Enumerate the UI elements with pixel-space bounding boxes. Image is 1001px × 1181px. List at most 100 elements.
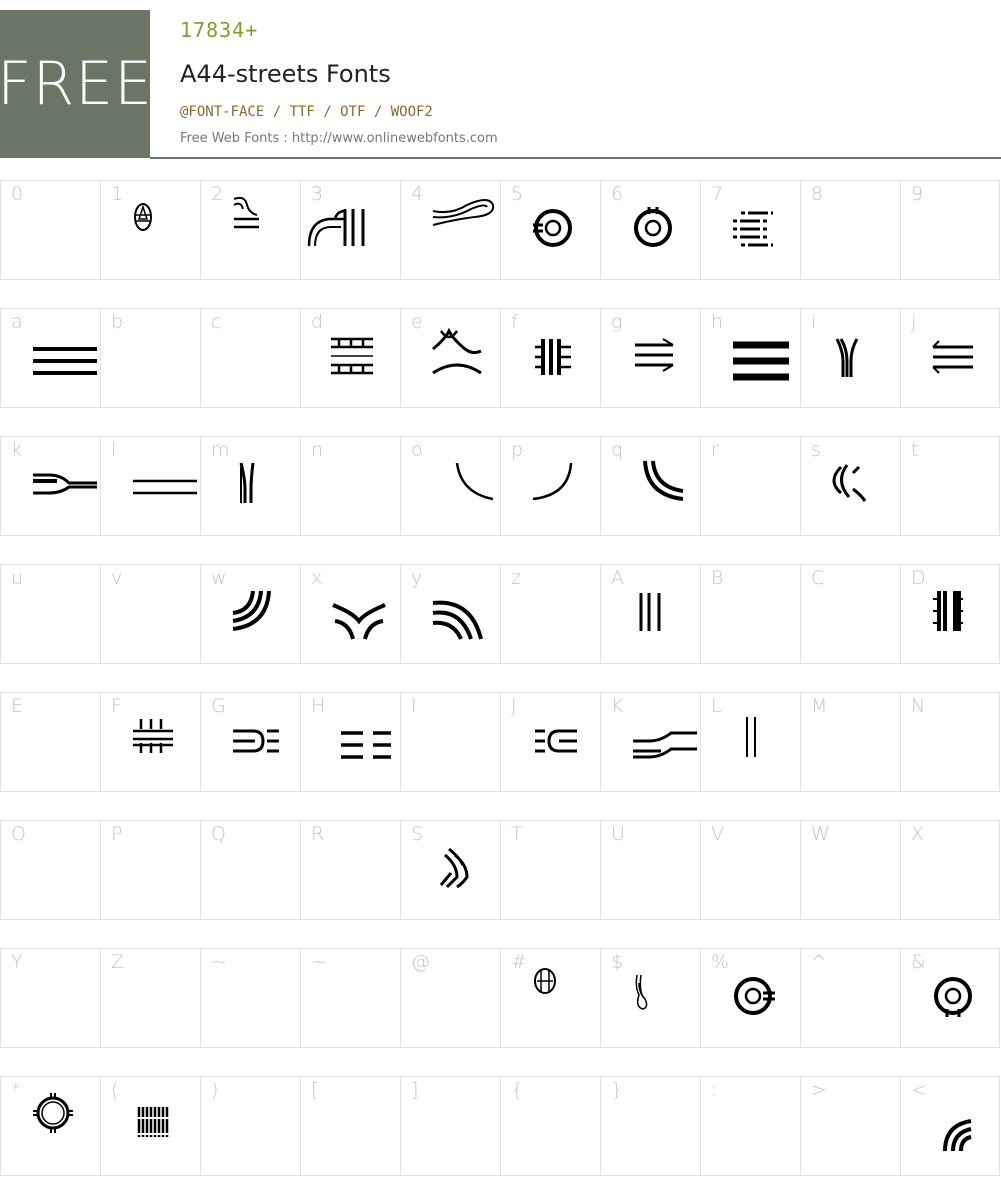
glyph-cell: l — [100, 436, 200, 536]
glyph-cell: ~ — [300, 948, 400, 1048]
glyph-char-label: U — [611, 823, 625, 845]
glyph-preview — [432, 600, 483, 640]
glyph-char-label: Q — [211, 823, 226, 845]
glyph-preview — [134, 203, 152, 231]
glyph-cell: K — [600, 692, 700, 792]
glyph-char-label: r — [711, 439, 719, 461]
glyph-preview — [233, 729, 279, 753]
glyph-cell: 2 — [200, 180, 300, 280]
glyph-preview — [439, 847, 469, 889]
glyph-preview — [133, 719, 173, 753]
glyph-cell: L — [700, 692, 800, 792]
glyph-char-label: u — [11, 567, 24, 589]
glyph-char-label: M — [811, 695, 828, 717]
glyph-cell: Y — [0, 948, 100, 1048]
glyph-cell: N — [900, 692, 1000, 792]
glyph-cell: s — [800, 436, 900, 536]
glyph-char-label: c — [211, 311, 222, 333]
glyph-cell: F — [100, 692, 200, 792]
glyph-cell: R — [300, 820, 400, 920]
glyph-cell: m — [200, 436, 300, 536]
glyph-char-label: 8 — [811, 183, 824, 205]
glyph-cell: S — [400, 820, 500, 920]
glyph-cell: z — [500, 564, 600, 664]
glyph-char-label: ] — [411, 1079, 419, 1101]
glyph-cell: # — [500, 948, 600, 1048]
glyph-char-label: ~ — [211, 951, 227, 973]
glyph-char-label: { — [511, 1079, 524, 1101]
glyph-cell: W — [800, 820, 900, 920]
glyph-cell: { — [500, 1076, 600, 1176]
glyph-cell: : — [700, 1076, 800, 1176]
glyph-grid: 0 12345678 9 ab c defghij klmn opqr st u v wxyz AB C D… — [0, 0, 1001, 1181]
glyph-cell: < — [900, 1076, 1000, 1176]
glyph-cell: k — [0, 436, 100, 536]
glyph-cell: T — [500, 820, 600, 920]
glyph-char-label: > — [811, 1079, 827, 1101]
glyph-cell: g — [600, 308, 700, 408]
glyph-char-label: n — [311, 439, 324, 461]
glyph-cell: 6 — [600, 180, 700, 280]
glyph-cell: H — [300, 692, 400, 792]
glyph-char-label: X — [911, 823, 925, 845]
glyph-preview — [33, 1093, 73, 1133]
glyph-char-label: R — [311, 823, 325, 845]
glyph-preview — [832, 464, 867, 502]
glyph-char-label: V — [711, 823, 724, 845]
glyph-preview — [535, 339, 571, 375]
glyph-cell: o — [400, 436, 500, 536]
glyph-preview — [535, 729, 577, 753]
glyph-preview — [633, 731, 697, 759]
glyph-cell: j — [900, 308, 1000, 408]
glyph-cell: E — [0, 692, 100, 792]
glyph-char-label: : — [711, 1079, 718, 1101]
glyph-cell: ) — [200, 1076, 300, 1176]
glyph-cell: D — [900, 564, 1000, 664]
glyph-cell: P — [100, 820, 200, 920]
glyph-cell: i — [800, 308, 900, 408]
glyph-char-label: Y — [11, 951, 23, 973]
glyph-cell: 5 — [500, 180, 600, 280]
glyph-preview — [33, 473, 97, 495]
glyph-preview — [455, 462, 494, 501]
glyph-preview — [307, 209, 365, 247]
glyph-preview — [33, 347, 97, 375]
glyph-char-label: 0 — [11, 183, 24, 205]
glyph-preview — [332, 603, 386, 640]
glyph-cell: X — [900, 820, 1000, 920]
glyph-preview — [746, 717, 756, 757]
glyph-cell: V — [700, 820, 800, 920]
glyph-cell: } — [600, 1076, 700, 1176]
glyph-cell: v — [100, 564, 200, 664]
glyph-cell: c — [200, 308, 300, 408]
glyph-preview — [432, 327, 482, 375]
glyph-cell: ( — [100, 1076, 200, 1176]
glyph-preview — [635, 338, 674, 372]
glyph-preview — [239, 462, 255, 503]
glyph-cell: r — [700, 436, 800, 536]
glyph-cell: u — [0, 564, 100, 664]
glyph-preview — [835, 338, 859, 377]
glyph-char-label: 9 — [911, 183, 924, 205]
glyph-preview — [133, 479, 197, 495]
glyph-preview — [733, 341, 789, 381]
glyph-char-label: [ — [311, 1079, 319, 1101]
glyph-preview — [934, 977, 972, 1017]
glyph-char-label: } — [611, 1079, 624, 1101]
glyph-cell: b — [100, 308, 200, 408]
glyph-preview — [932, 340, 973, 374]
glyph-char-label: ^ — [811, 951, 827, 973]
glyph-cell: n — [300, 436, 400, 536]
glyph-cell: J — [500, 692, 600, 792]
glyph-cell: p — [500, 436, 600, 536]
glyph-preview — [533, 209, 572, 247]
glyph-cell: 1 — [100, 180, 200, 280]
glyph-cell: M — [800, 692, 900, 792]
glyph-preview — [733, 211, 781, 247]
glyph-cell: B — [700, 564, 800, 664]
glyph-cell: & — [900, 948, 1000, 1048]
glyph-char-label: z — [511, 567, 521, 589]
glyph-char-label: N — [911, 695, 926, 717]
glyph-char-label: Z — [111, 951, 125, 973]
glyph-cell: f — [500, 308, 600, 408]
